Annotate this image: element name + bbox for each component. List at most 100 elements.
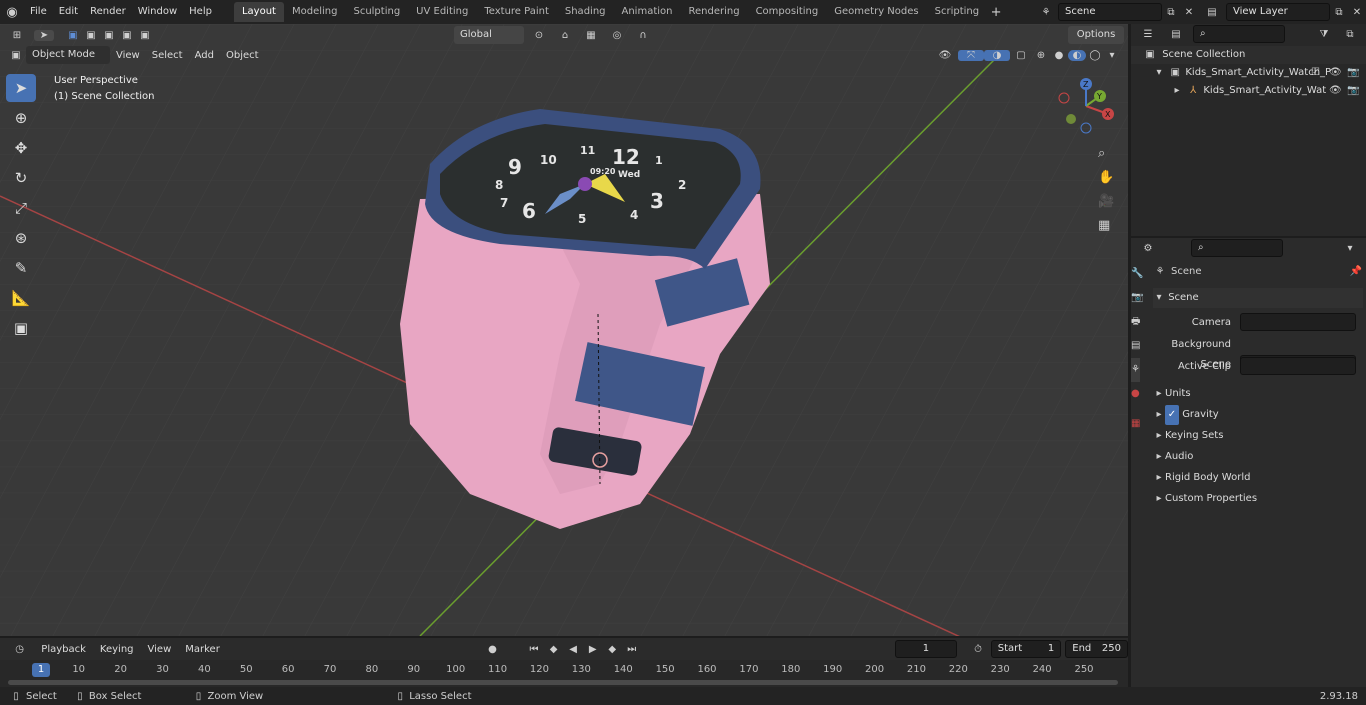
snap-target-icon[interactable]: ▦: [580, 30, 602, 41]
tab-layout[interactable]: Layout: [233, 2, 284, 22]
new-scene-icon[interactable]: ⧉: [1162, 7, 1180, 18]
view-layer-field[interactable]: View Layer: [1226, 3, 1330, 21]
rotate-tool-icon[interactable]: ↻: [6, 164, 36, 192]
menu-object[interactable]: Object: [220, 50, 265, 61]
delete-view-layer-icon[interactable]: ✕: [1348, 7, 1366, 18]
timeline-ruler[interactable]: 1 10 20 30 40 50 60 70 80 90 100 110 120 130 140 150 160…: [0, 660, 1128, 687]
scene-name-field[interactable]: Scene: [1058, 3, 1162, 21]
eye-icon[interactable]: 👁: [1329, 64, 1342, 82]
menu-timeline-view[interactable]: View: [142, 644, 178, 655]
new-view-layer-icon[interactable]: ⧉: [1330, 7, 1348, 18]
select-invert-icon[interactable]: ▣: [118, 30, 136, 41]
timeline-editor-icon[interactable]: ◷: [6, 644, 33, 655]
scene-icon[interactable]: ⚘: [1034, 7, 1058, 18]
keying-sets-section[interactable]: ▸ Keying Sets: [1153, 426, 1363, 446]
rigid-body-world-section[interactable]: ▸ Rigid Body World: [1153, 468, 1363, 488]
camera-field[interactable]: [1240, 313, 1357, 331]
menu-keying[interactable]: Keying: [94, 644, 140, 655]
properties-editor-icon[interactable]: ⚙: [1137, 243, 1159, 254]
outliner-root[interactable]: ▣ Scene Collection: [1131, 46, 1366, 64]
tab-geometry-nodes[interactable]: Geometry Nodes: [826, 2, 926, 22]
tab-animation[interactable]: Animation: [614, 2, 681, 22]
tab-sculpting[interactable]: Sculpting: [345, 2, 408, 22]
properties-search-input[interactable]: ⌕: [1191, 239, 1283, 257]
menu-file[interactable]: File: [24, 2, 53, 22]
view-layer-icon[interactable]: ▤: [1198, 7, 1226, 18]
outliner-search-input[interactable]: ⌕: [1193, 25, 1285, 43]
menu-playback[interactable]: Playback: [35, 644, 92, 655]
scene-tab-icon[interactable]: ⚘: [1131, 358, 1140, 382]
3d-viewport[interactable]: 12 11 1 10 2 9 3 8 4 7 5 6 Wed 09:20 Glo…: [0, 24, 1128, 636]
jump-keyframe-forward-icon[interactable]: ◆: [603, 644, 621, 655]
outliner-item[interactable]: ▸ ⅄ Kids_Smart_Activity_Wat 👁 📷: [1131, 82, 1366, 100]
zoom-icon[interactable]: ⌕: [1098, 142, 1105, 166]
menu-marker[interactable]: Marker: [179, 644, 226, 655]
jump-end-icon[interactable]: ⏭: [623, 644, 641, 655]
falloff-icon[interactable]: ∩: [632, 30, 654, 41]
select-tool-header-icon[interactable]: ➤: [34, 29, 54, 41]
gizmo-icon[interactable]: ⤧: [958, 49, 984, 61]
scale-tool-icon[interactable]: ⤢: [6, 194, 36, 222]
render-camera-icon[interactable]: 📷: [1347, 82, 1359, 100]
select-subtract-icon[interactable]: ▣: [100, 30, 118, 41]
annotate-tool-icon[interactable]: ✎: [6, 254, 36, 282]
new-collection-icon[interactable]: ⧉: [1340, 29, 1360, 40]
timeline-scrollbar[interactable]: [8, 680, 1118, 685]
current-frame-field[interactable]: 1: [894, 640, 958, 658]
wireframe-shading-icon[interactable]: ⊕: [1032, 50, 1050, 61]
measure-tool-icon[interactable]: 📐: [6, 284, 36, 312]
rendered-shading-icon[interactable]: ◯: [1086, 50, 1104, 61]
properties-options-icon[interactable]: ▾: [1340, 243, 1360, 254]
pin-icon[interactable]: 📌: [1349, 262, 1363, 282]
overlay-icon[interactable]: ◑: [984, 49, 1010, 61]
play-icon[interactable]: ▶: [584, 644, 602, 655]
cursor-tool-icon[interactable]: ⊕: [6, 104, 36, 132]
tool-tab-icon[interactable]: 🔧: [1131, 262, 1143, 286]
tab-rendering[interactable]: Rendering: [680, 2, 747, 22]
texture-tab-icon[interactable]: ▦: [1131, 412, 1140, 436]
start-frame-field[interactable]: Start 1: [990, 640, 1062, 658]
pan-hand-icon[interactable]: ✋: [1098, 166, 1114, 190]
world-tab-icon[interactable]: ●: [1131, 382, 1140, 406]
checkbox-icon[interactable]: ☑: [1311, 64, 1320, 82]
solid-shading-icon[interactable]: ●: [1050, 50, 1068, 61]
tab-texture-paint[interactable]: Texture Paint: [476, 2, 557, 22]
material-shading-icon[interactable]: ◐: [1068, 49, 1086, 61]
select-extend-icon[interactable]: ▣: [82, 30, 100, 41]
menu-select[interactable]: Select: [146, 50, 189, 61]
transform-orientation-dropdown[interactable]: Global: [454, 26, 524, 44]
select-intersect-icon[interactable]: ▣: [136, 30, 154, 41]
tab-shading[interactable]: Shading: [557, 2, 614, 22]
output-tab-icon[interactable]: 🖶: [1131, 310, 1140, 334]
tab-modeling[interactable]: Modeling: [284, 2, 346, 22]
expand-arrow-icon[interactable]: ▾: [1153, 64, 1165, 82]
snap-icon[interactable]: ⌂: [554, 30, 576, 41]
menu-add[interactable]: Add: [189, 50, 220, 61]
display-mode-icon[interactable]: ▤: [1165, 29, 1187, 40]
outliner-editor-icon[interactable]: ☰: [1137, 29, 1159, 40]
outliner-item[interactable]: ▾ ▣ Kids_Smart_Activity_Watch_P ☑ 👁 📷: [1131, 64, 1366, 82]
menu-view[interactable]: View: [110, 50, 146, 61]
tab-uv-editing[interactable]: UV Editing: [408, 2, 476, 22]
tab-compositing[interactable]: Compositing: [748, 2, 827, 22]
navigation-gizmo[interactable]: X Y Z: [1056, 76, 1122, 142]
jump-keyframe-back-icon[interactable]: ◆: [545, 644, 563, 655]
options-dropdown[interactable]: Options: [1068, 26, 1124, 44]
expand-arrow-icon[interactable]: ▸: [1171, 82, 1183, 100]
select-new-icon[interactable]: ▣: [64, 30, 82, 41]
move-tool-icon[interactable]: ✥: [6, 134, 36, 162]
eye-icon[interactable]: 👁: [1329, 82, 1342, 100]
render-tab-icon[interactable]: 📷: [1131, 286, 1143, 310]
add-cube-tool-icon[interactable]: ▣: [6, 314, 36, 342]
visibility-icon[interactable]: 👁: [932, 50, 958, 61]
units-section[interactable]: ▸ Units: [1153, 384, 1363, 404]
xray-icon[interactable]: ▢: [1010, 50, 1032, 61]
editor-type-icon[interactable]: ⊞: [0, 30, 34, 41]
audio-section[interactable]: ▸ Audio: [1153, 447, 1363, 467]
stopwatch-icon[interactable]: ⏱: [967, 644, 988, 655]
blender-logo-icon[interactable]: ◉: [0, 5, 24, 20]
menu-help[interactable]: Help: [183, 2, 218, 22]
view-layer-tab-icon[interactable]: ▤: [1131, 334, 1140, 358]
transform-tool-icon[interactable]: ⊛: [6, 224, 36, 252]
perspective-toggle-icon[interactable]: ▦: [1098, 214, 1110, 238]
